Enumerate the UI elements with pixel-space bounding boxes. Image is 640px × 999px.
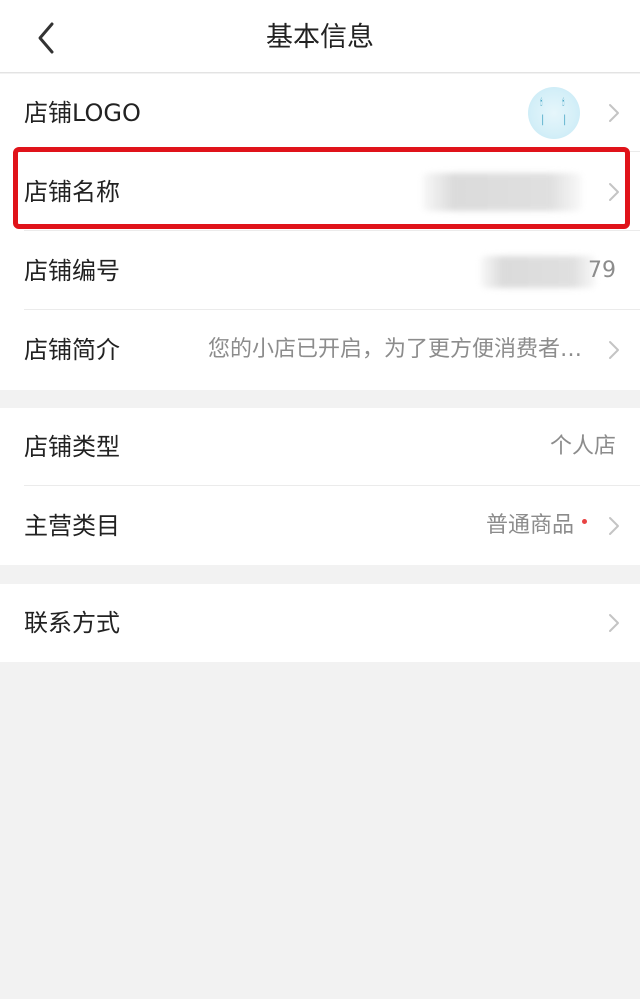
row-shop-logo[interactable]: 店铺LOGO 🕯 🕯 │ │ <box>0 74 640 152</box>
chevron-right-icon <box>609 104 619 122</box>
shop-name-label: 店铺名称 <box>24 178 120 206</box>
chevron-right-icon <box>609 517 619 535</box>
chevron-right-icon <box>609 614 619 632</box>
row-shop-type: 店铺类型 个人店 <box>0 408 640 486</box>
row-main-category[interactable]: 主营类目 普通商品 <box>0 487 640 565</box>
shop-logo-avatar: 🕯 🕯 │ │ <box>528 87 580 139</box>
group-basic: 店铺LOGO 🕯 🕯 │ │ 店铺名称 店铺编号 79 店铺简介 您的小店已开启… <box>0 74 640 390</box>
chevron-right-icon <box>609 183 619 201</box>
row-shop-intro[interactable]: 店铺简介 您的小店已开启，为了更方便消费者… <box>0 311 640 389</box>
row-shop-name[interactable]: 店铺名称 <box>0 153 640 231</box>
chevron-right-icon <box>609 341 619 359</box>
shop-intro-label: 店铺简介 <box>24 336 120 364</box>
row-shop-number: 店铺编号 79 <box>0 232 640 310</box>
row-divider <box>24 309 640 310</box>
row-divider <box>24 230 640 231</box>
shop-number-label: 店铺编号 <box>24 257 120 285</box>
shop-number-value: 79 <box>588 258 616 283</box>
row-contact[interactable]: 联系方式 <box>0 584 640 662</box>
row-divider <box>24 151 640 152</box>
shop-name-redacted-value <box>422 173 582 211</box>
header-bar: 基本信息 <box>0 0 640 73</box>
shop-type-value: 个人店 <box>549 434 616 459</box>
page-title: 基本信息 <box>266 22 374 53</box>
main-category-value: 普通商品 <box>485 513 574 538</box>
row-divider <box>24 485 640 486</box>
group-category: 店铺类型 个人店 主营类目 普通商品 <box>0 408 640 565</box>
main-category-label: 主营类目 <box>24 512 120 540</box>
red-dot-badge <box>582 519 587 524</box>
group-contact: 联系方式 <box>0 584 640 662</box>
shop-type-label: 店铺类型 <box>24 433 120 461</box>
contact-label: 联系方式 <box>24 609 120 637</box>
shop-number-redacted-prefix <box>480 256 596 288</box>
shop-intro-value: 您的小店已开启，为了更方便消费者… <box>207 337 582 362</box>
shop-logo-label: 店铺LOGO <box>24 99 141 127</box>
